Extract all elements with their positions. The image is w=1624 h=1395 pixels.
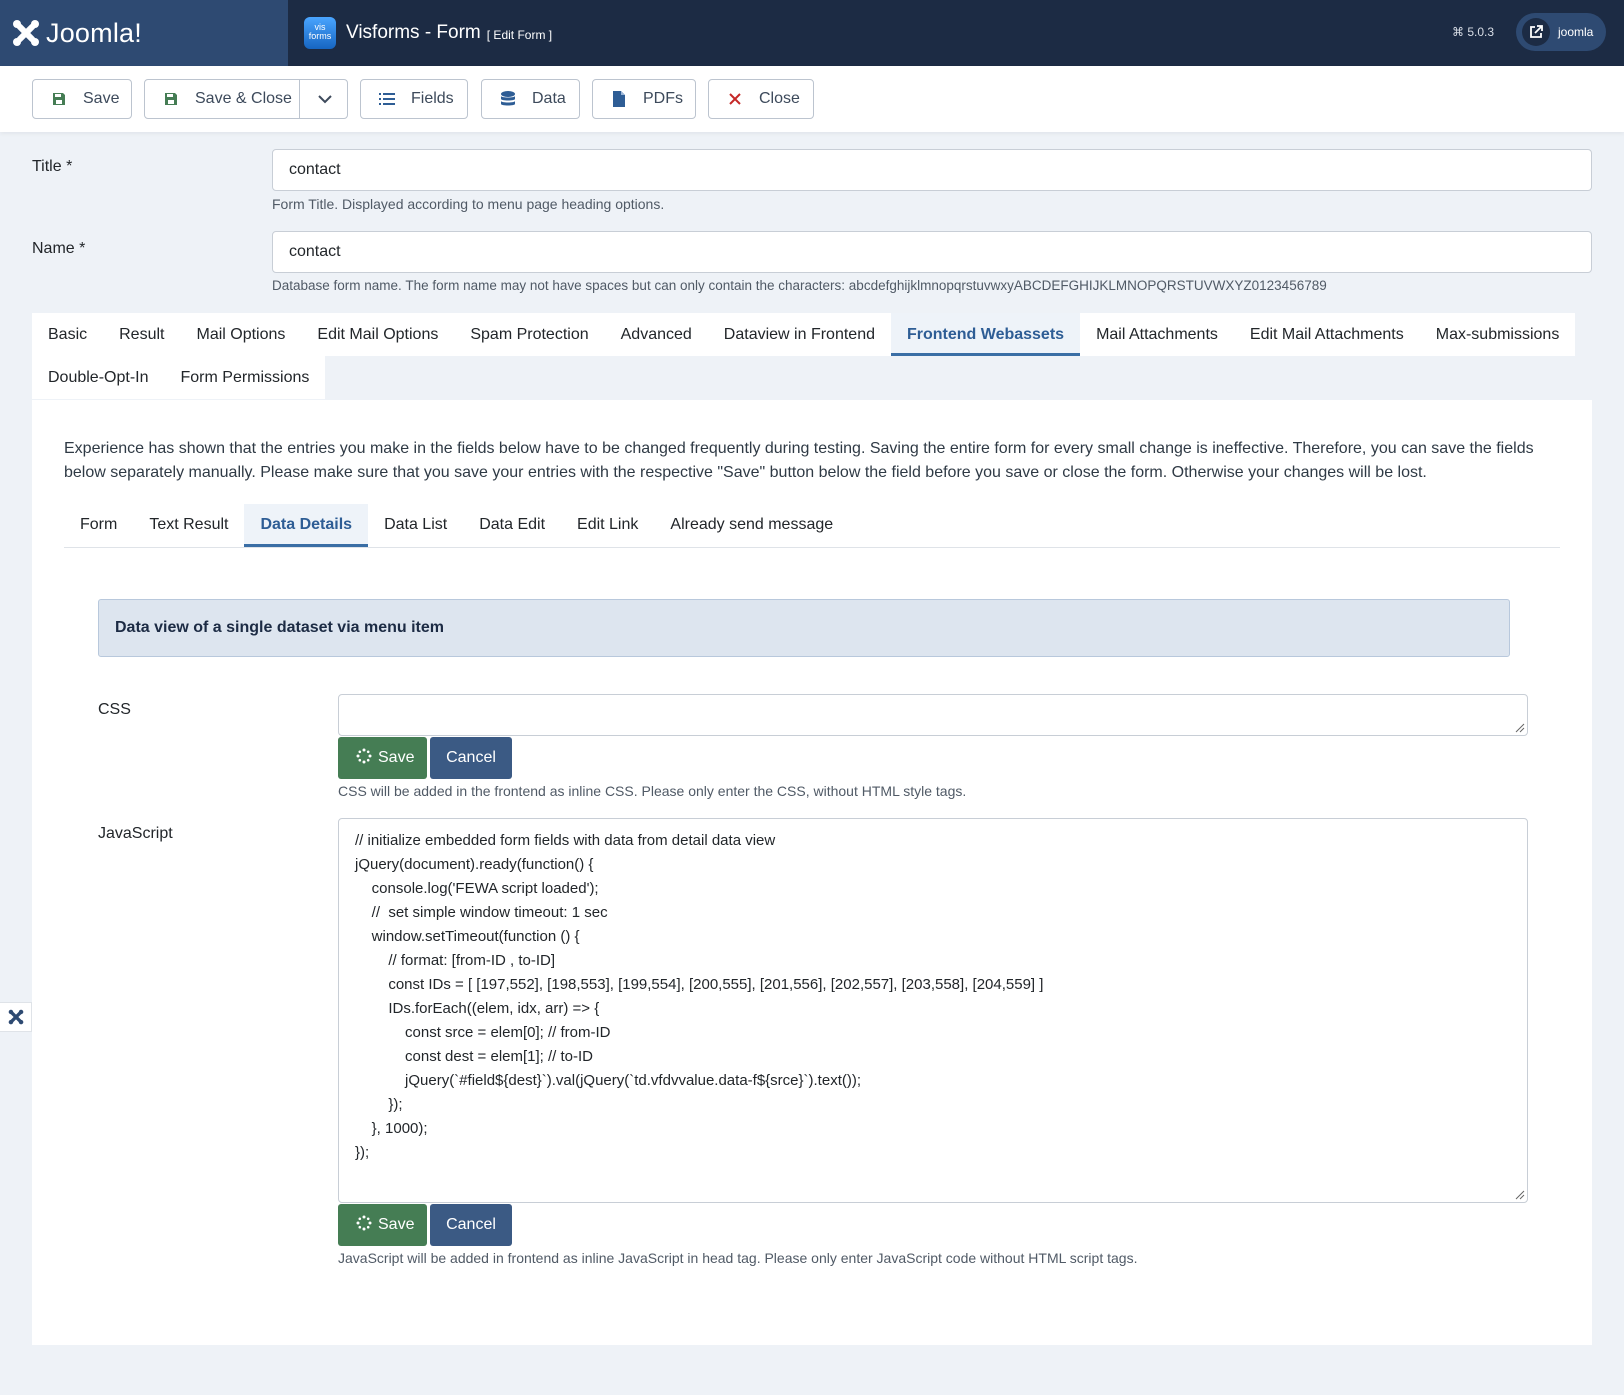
page-subtitle: [ Edit Form ] — [486, 28, 553, 42]
inner-tab-edit-link[interactable]: Edit Link — [561, 504, 654, 547]
tab-result[interactable]: Result — [103, 313, 181, 356]
toolbar: Save Save & Close Fields Data PDFs Close — [0, 66, 1624, 132]
joomla-logo-icon — [8, 1009, 23, 1025]
resize-grip-icon[interactable] — [1513, 1188, 1525, 1200]
name-hint: Database form name. The form name may no… — [272, 278, 1327, 293]
title-input[interactable] — [272, 149, 1592, 191]
javascript-textarea[interactable]: // initialize embedded form fields with … — [338, 818, 1528, 1203]
css-cancel-button[interactable]: Cancel — [430, 737, 512, 779]
inner-tab-form[interactable]: Form — [64, 504, 133, 547]
floppy-icon — [51, 91, 67, 107]
outer-tabs: Basic Result Mail Options Edit Mail Options… — [32, 313, 1592, 399]
frontend-webassets-panel: Experience has shown that the entries yo… — [32, 400, 1592, 1345]
version-badge: ⌘ 5.0.3 — [1452, 25, 1495, 39]
tab-basic[interactable]: Basic — [32, 313, 104, 356]
name-label: Name * — [32, 240, 86, 257]
close-icon — [727, 91, 743, 107]
chevron-down-icon — [317, 95, 332, 104]
name-input[interactable] — [272, 231, 1592, 273]
javascript-code: // initialize embedded form fields with … — [355, 832, 1044, 1161]
tab-edit-mail-options[interactable]: Edit Mail Options — [301, 313, 455, 356]
javascript-hint: JavaScript will be added in frontend as … — [338, 1250, 1138, 1266]
user-menu-button[interactable]: joomla — [1516, 13, 1606, 51]
title-hint: Form Title. Displayed according to menu … — [272, 196, 665, 212]
inner-tab-data-details[interactable]: Data Details — [244, 504, 369, 547]
inner-tab-already-send-message[interactable]: Already send message — [654, 504, 849, 547]
inner-tab-data-list[interactable]: Data List — [368, 504, 463, 547]
save-button[interactable]: Save — [32, 79, 132, 119]
tab-advanced[interactable]: Advanced — [604, 313, 708, 356]
brand-text: Joomla! — [46, 17, 142, 48]
file-icon — [611, 91, 627, 107]
pdfs-button[interactable]: PDFs — [592, 79, 696, 119]
save-dropdown-toggle[interactable] — [299, 79, 349, 119]
fields-button[interactable]: Fields — [360, 79, 468, 119]
inner-tab-text-result[interactable]: Text Result — [133, 504, 244, 547]
javascript-save-button[interactable]: Save — [338, 1204, 427, 1246]
javascript-label: JavaScript — [98, 825, 173, 842]
joomla-side-toggle[interactable] — [0, 1002, 32, 1032]
tab-double-opt-in[interactable]: Double-Opt-In — [32, 356, 165, 399]
top-header: Joomla! vis forms Visforms - Form [ Edit… — [0, 0, 1624, 66]
css-label: CSS — [98, 701, 131, 718]
spinner-icon — [356, 1215, 372, 1236]
tab-form-permissions[interactable]: Form Permissions — [164, 356, 326, 399]
css-textarea[interactable] — [338, 694, 1528, 736]
page-title: vis forms Visforms - Form [ Edit Form ] — [304, 17, 552, 49]
joomla-logo-icon — [13, 20, 39, 46]
save-close-button[interactable]: Save & Close — [144, 79, 348, 119]
tab-edit-mail-attachments[interactable]: Edit Mail Attachments — [1233, 313, 1420, 356]
inner-tabs: Form Text Result Data Details Data List Data… — [64, 504, 1560, 548]
tab-mail-options[interactable]: Mail Options — [180, 313, 302, 356]
database-icon — [500, 91, 516, 107]
tab-max-submissions[interactable]: Max-submissions — [1419, 313, 1576, 356]
tab-frontend-webassets[interactable]: Frontend Webassets — [890, 313, 1081, 356]
intro-text: Experience has shown that the entries yo… — [64, 440, 1534, 481]
resize-grip-icon[interactable] — [1513, 721, 1525, 733]
joomla-brand[interactable]: Joomla! — [0, 0, 288, 66]
title-label: Title * — [32, 158, 73, 175]
close-button[interactable]: Close — [708, 79, 814, 119]
info-alert: Data view of a single dataset via menu i… — [98, 599, 1510, 657]
css-hint: CSS will be added in the frontend as inl… — [338, 783, 967, 799]
external-link-icon — [1522, 18, 1550, 46]
user-name: joomla — [1558, 25, 1594, 39]
page-title-text: Visforms - Form — [346, 22, 481, 43]
data-button[interactable]: Data — [481, 79, 580, 119]
tab-spam-protection[interactable]: Spam Protection — [454, 313, 605, 356]
list-icon — [379, 91, 395, 107]
floppy-icon — [163, 91, 179, 107]
tab-mail-attachments[interactable]: Mail Attachments — [1080, 313, 1234, 356]
visforms-logo-icon: vis forms — [304, 17, 336, 49]
inner-tab-data-edit[interactable]: Data Edit — [463, 504, 561, 547]
spinner-icon — [356, 748, 372, 769]
javascript-cancel-button[interactable]: Cancel — [430, 1204, 512, 1246]
css-save-button[interactable]: Save — [338, 737, 427, 779]
tab-dataview-in-frontend[interactable]: Dataview in Frontend — [707, 313, 891, 356]
